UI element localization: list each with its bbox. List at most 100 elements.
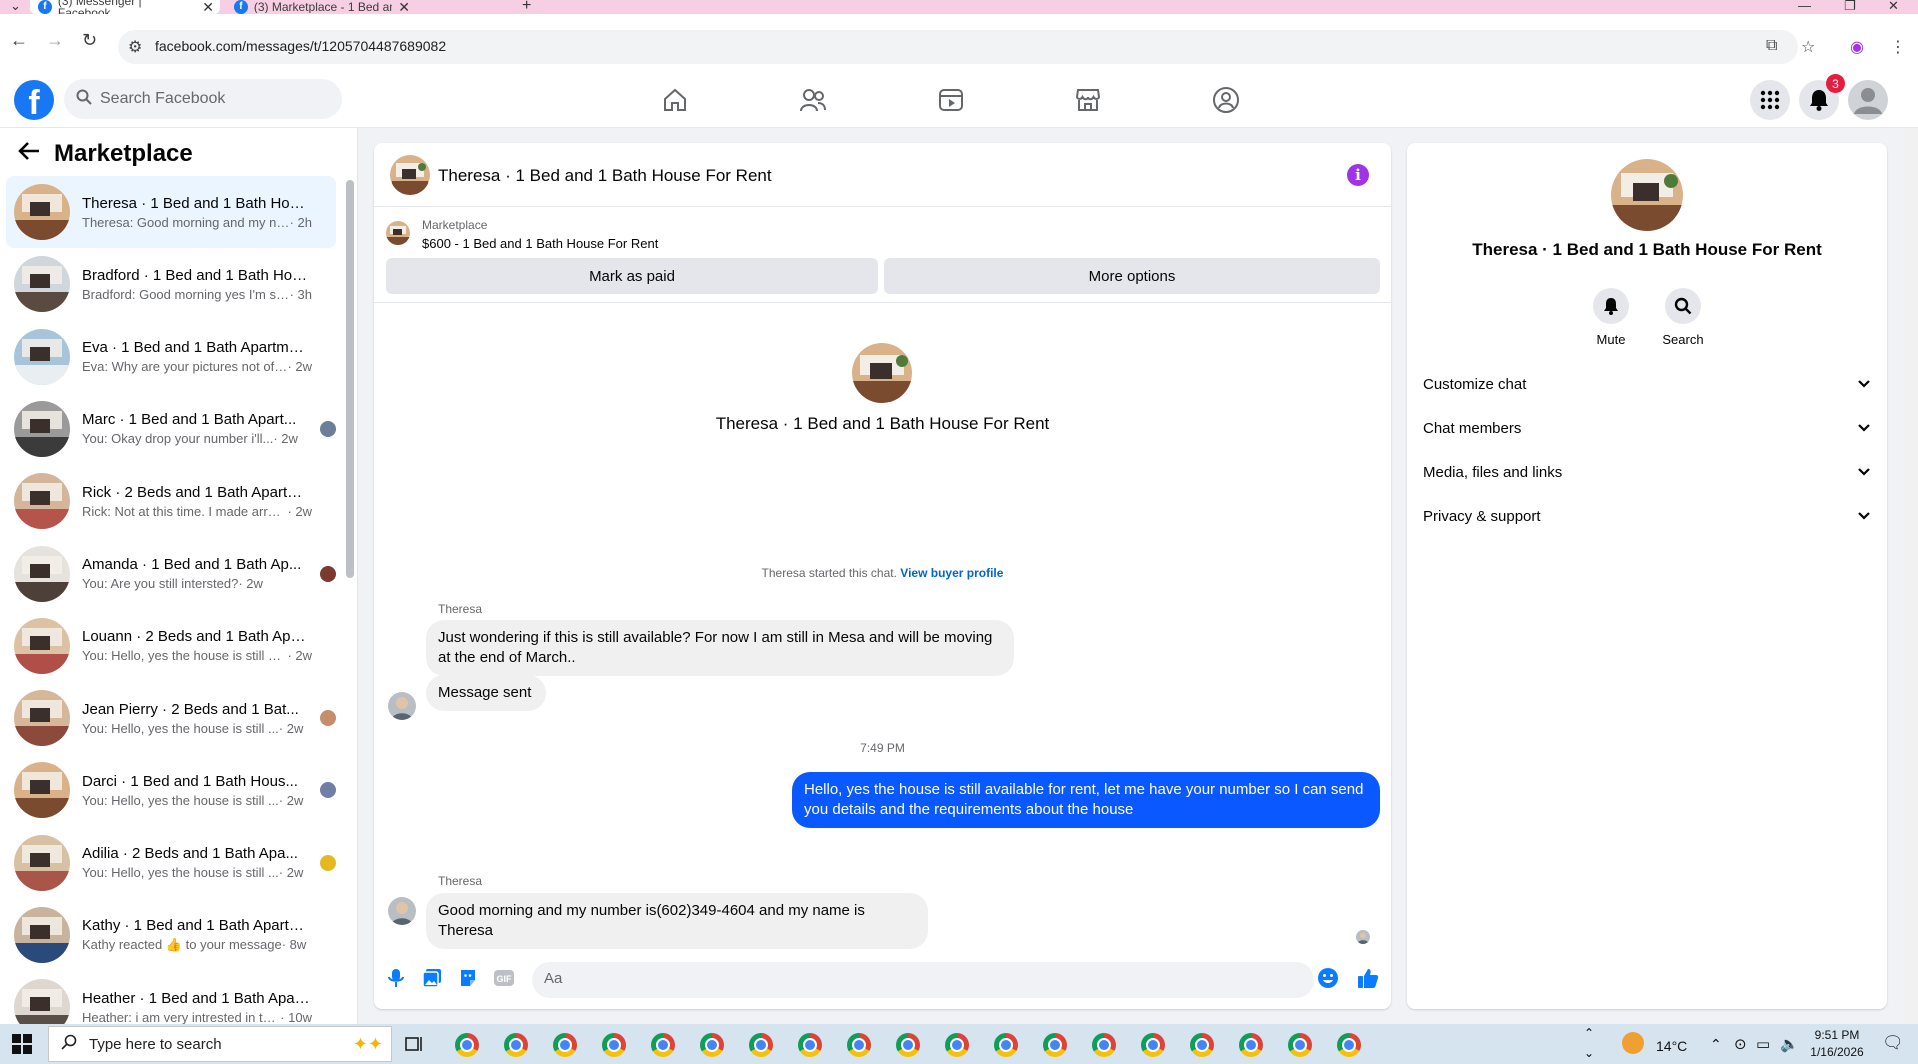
url-text[interactable]: facebook.com/messages/t/1205704487689082 xyxy=(155,38,446,54)
chrome-app-icon[interactable] xyxy=(847,1033,871,1057)
chrome-app-icon[interactable] xyxy=(602,1033,626,1057)
incoming-message[interactable]: Good morning and my number is(602)349-46… xyxy=(426,893,928,949)
like-thumbs-up-icon[interactable] xyxy=(1357,967,1379,989)
browser-menu-icon[interactable]: ⋮ xyxy=(1890,37,1906,57)
sender-avatar[interactable] xyxy=(388,692,416,720)
conversation-item[interactable]: Rick · 2 Beds and 1 Bath Apartm... Rick: … xyxy=(6,465,336,537)
chrome-app-icon[interactable] xyxy=(455,1033,479,1057)
chrome-app-icon[interactable] xyxy=(1190,1033,1214,1057)
network-icon[interactable]: ▭ xyxy=(1756,1035,1770,1053)
windows-start-icon[interactable] xyxy=(12,1034,32,1059)
chrome-app-icon[interactable] xyxy=(1337,1033,1361,1057)
facebook-logo-icon[interactable]: f xyxy=(14,80,54,120)
incoming-message[interactable]: Message sent xyxy=(426,675,546,711)
chrome-app-icon[interactable] xyxy=(553,1033,577,1057)
chrome-app-icon[interactable] xyxy=(749,1033,773,1057)
chat-members-section[interactable]: Chat members xyxy=(1423,410,1871,446)
site-info-icon[interactable]: ⚙ xyxy=(128,37,142,57)
friends-icon[interactable] xyxy=(793,84,833,116)
weather-icon[interactable] xyxy=(1622,1032,1644,1054)
profile-icon[interactable]: ◉ xyxy=(1850,37,1864,57)
show-hidden-icons[interactable]: ⌃ xyxy=(1710,1036,1722,1053)
facebook-search[interactable] xyxy=(64,79,342,119)
sidebar-scrollbar[interactable] xyxy=(346,180,354,578)
chrome-app-icon[interactable] xyxy=(1239,1033,1263,1057)
install-app-icon[interactable]: ⧉ xyxy=(1766,37,1777,55)
mute-button[interactable]: Mute xyxy=(1581,288,1641,347)
conversation-info-icon[interactable]: i xyxy=(1347,164,1369,186)
task-view-icon[interactable] xyxy=(404,1034,424,1059)
conversation-item[interactable]: Marc · 1 Bed and 1 Bath Apart... You: Oka… xyxy=(6,393,336,465)
gif-icon[interactable]: GIF xyxy=(493,967,515,989)
tab-messenger[interactable]: f (3) Messenger | Facebook ✕ xyxy=(30,0,220,19)
details-avatar[interactable] xyxy=(1611,159,1683,231)
tab-search-icon[interactable]: ⌄ xyxy=(10,0,21,12)
chrome-app-icon[interactable] xyxy=(700,1033,724,1057)
message-composer[interactable] xyxy=(532,962,1314,998)
clock[interactable]: 9:51 PM 1/16/2026 xyxy=(1802,1028,1872,1059)
incoming-message[interactable]: Just wondering if this is still availabl… xyxy=(426,620,1014,676)
close-window-icon[interactable]: ✕ xyxy=(1888,0,1899,12)
account-avatar-icon[interactable] xyxy=(1848,80,1888,120)
taskbar-search[interactable]: Type here to search ✦✦ xyxy=(48,1026,392,1062)
chevron-up-icon[interactable]: ⌃ xyxy=(1584,1026,1594,1040)
search-in-conversation-button[interactable]: Search xyxy=(1653,288,1713,347)
sticker-icon[interactable] xyxy=(457,967,479,989)
notification-center-icon[interactable]: 🗨 xyxy=(1882,1033,1904,1053)
microphone-icon[interactable] xyxy=(385,967,407,989)
menu-grid-icon[interactable] xyxy=(1750,80,1790,120)
conversation-item[interactable]: Louann · 2 Beds and 1 Bath Apar... You: H… xyxy=(6,610,336,682)
marketplace-icon[interactable] xyxy=(1068,84,1108,116)
chrome-app-icon[interactable] xyxy=(994,1033,1018,1057)
chevron-down-icon[interactable]: ⌄ xyxy=(1584,1046,1594,1060)
close-tab-icon[interactable]: ✕ xyxy=(398,0,410,14)
back-arrow-icon[interactable] xyxy=(18,140,40,168)
volume-icon[interactable]: 🔈 xyxy=(1780,1035,1799,1053)
chrome-app-icon[interactable] xyxy=(945,1033,969,1057)
conversation-item[interactable]: Theresa · 1 Bed and 1 Bath Hous... Theres… xyxy=(6,176,336,248)
restore-icon[interactable]: ❐ xyxy=(1844,0,1856,12)
chrome-app-icon[interactable] xyxy=(1288,1033,1312,1057)
close-tab-icon[interactable]: ✕ xyxy=(202,0,214,14)
sender-avatar[interactable] xyxy=(388,897,416,925)
conversation-item[interactable]: Adilia · 2 Beds and 1 Bath Apa... You: He… xyxy=(6,827,336,899)
more-options-button[interactable]: More options xyxy=(884,258,1380,294)
chat-header-avatar[interactable] xyxy=(390,155,430,195)
conversation-item[interactable]: Darci · 1 Bed and 1 Bath Hous... You: Hel… xyxy=(6,754,336,826)
customize-chat-section[interactable]: Customize chat xyxy=(1423,366,1871,402)
conversation-item[interactable]: Jean Pierry · 2 Beds and 1 Bat... You: He… xyxy=(6,682,336,754)
groups-icon[interactable] xyxy=(1206,84,1246,116)
message-input[interactable] xyxy=(544,970,1264,987)
home-icon[interactable] xyxy=(655,84,695,116)
back-icon[interactable]: ← xyxy=(10,30,28,51)
conversation-item[interactable]: Bradford · 1 Bed and 1 Bath Hou... Bradfo… xyxy=(6,248,336,320)
tab-marketplace[interactable]: f (3) Marketplace - 1 Bed and 1 B ✕ xyxy=(226,0,416,14)
intro-avatar[interactable] xyxy=(852,343,912,403)
emoji-icon[interactable] xyxy=(1317,967,1339,989)
meet-icon[interactable]: ⊙ xyxy=(1734,1035,1747,1053)
chrome-app-icon[interactable] xyxy=(798,1033,822,1057)
new-tab-icon[interactable]: + xyxy=(522,0,531,14)
view-buyer-profile-link[interactable]: View buyer profile xyxy=(900,566,1003,580)
photo-icon[interactable] xyxy=(421,967,443,989)
conversation-item[interactable]: Kathy · 1 Bed and 1 Bath Apartm... Kathy … xyxy=(6,899,336,971)
listing-title[interactable]: $600 - 1 Bed and 1 Bath House For Rent xyxy=(422,236,658,251)
chrome-app-icon[interactable] xyxy=(504,1033,528,1057)
listing-thumbnail[interactable] xyxy=(386,221,410,245)
mark-as-paid-button[interactable]: Mark as paid xyxy=(386,258,878,294)
minimize-icon[interactable]: — xyxy=(1798,0,1811,12)
media-files-links-section[interactable]: Media, files and links xyxy=(1423,454,1871,490)
temperature[interactable]: 14°C xyxy=(1656,1038,1687,1054)
outgoing-message[interactable]: Hello, yes the house is still available … xyxy=(792,772,1380,828)
bookmark-star-icon[interactable]: ☆ xyxy=(1801,37,1815,57)
video-icon[interactable] xyxy=(931,84,971,116)
reload-icon[interactable]: ↻ xyxy=(82,30,97,51)
chrome-app-icon[interactable] xyxy=(1043,1033,1067,1057)
conversation-item[interactable]: Eva · 1 Bed and 1 Bath Apartmen... Eva: W… xyxy=(6,321,336,393)
chrome-app-icon[interactable] xyxy=(896,1033,920,1057)
forward-icon[interactable]: → xyxy=(46,30,64,51)
page-scrollbar[interactable] xyxy=(1904,128,1918,1024)
privacy-support-section[interactable]: Privacy & support xyxy=(1423,498,1871,534)
conversation-item[interactable]: Amanda · 1 Bed and 1 Bath Ap... You: Are … xyxy=(6,538,336,610)
chrome-app-icon[interactable] xyxy=(1141,1033,1165,1057)
